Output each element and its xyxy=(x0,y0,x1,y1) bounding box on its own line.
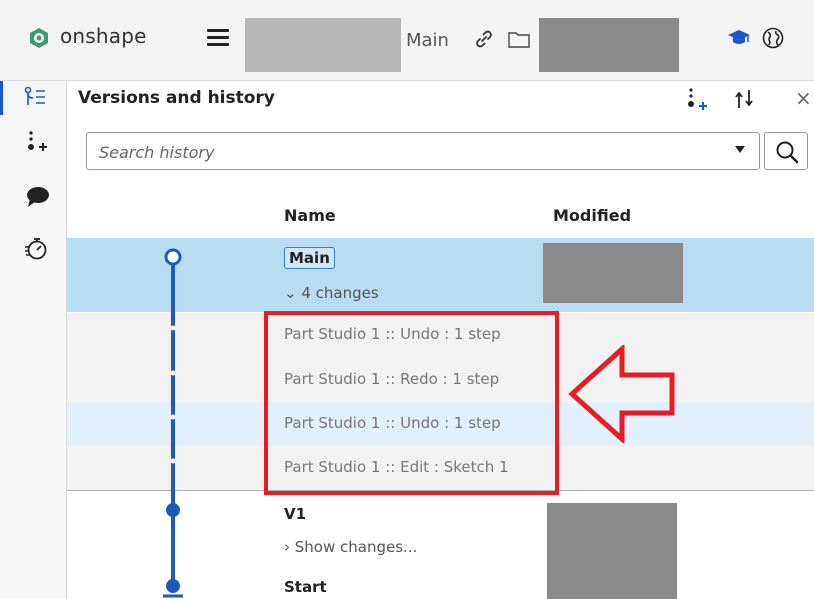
column-header-modified[interactable]: Modified xyxy=(553,206,631,225)
search-input[interactable] xyxy=(97,138,701,166)
version-label-v1[interactable]: V1 xyxy=(284,505,306,523)
change-node xyxy=(170,414,176,420)
change-node xyxy=(170,458,176,464)
stopwatch-icon[interactable] xyxy=(24,236,48,260)
comments-icon[interactable] xyxy=(26,186,50,208)
redacted-folder-name xyxy=(539,18,679,72)
versions-history-icon[interactable] xyxy=(24,86,46,108)
annotation-arrow-icon xyxy=(568,345,675,443)
change-node xyxy=(170,370,176,376)
link-icon[interactable] xyxy=(474,29,494,49)
compare-icon[interactable] xyxy=(733,88,755,110)
search-icon xyxy=(776,141,799,164)
learning-center-icon[interactable] xyxy=(727,27,751,49)
hamburger-menu-icon[interactable] xyxy=(207,27,231,47)
redacted-document-name xyxy=(245,18,401,72)
add-version-icon[interactable] xyxy=(686,87,708,111)
globe-icon[interactable] xyxy=(762,27,784,49)
start-node xyxy=(166,579,180,593)
column-header-name[interactable]: Name xyxy=(284,206,336,225)
redacted-modified-info xyxy=(543,243,683,303)
show-changes-toggle[interactable]: › Show changes... xyxy=(284,538,417,556)
close-icon[interactable]: × xyxy=(795,86,812,110)
folder-icon[interactable] xyxy=(508,30,530,48)
chevron-down-icon[interactable] xyxy=(735,146,745,153)
changes-toggle[interactable]: ⌄ 4 changes xyxy=(284,284,379,302)
search-button[interactable] xyxy=(764,132,808,170)
add-version-icon[interactable] xyxy=(26,130,48,154)
change-node xyxy=(170,325,176,331)
rail-active-indicator xyxy=(0,81,3,115)
app-name: onshape xyxy=(60,24,147,48)
version-node xyxy=(166,503,180,517)
history-timeline xyxy=(163,248,183,598)
annotation-highlight-box xyxy=(264,311,559,495)
left-rail xyxy=(0,81,67,599)
branch-name[interactable]: Main xyxy=(406,30,449,51)
redacted-modified-info xyxy=(547,503,677,599)
onshape-logo-icon[interactable] xyxy=(28,27,50,49)
branch-label-main[interactable]: Main xyxy=(284,247,335,269)
panel-title: Versions and history xyxy=(78,88,275,108)
version-label-start[interactable]: Start xyxy=(284,578,327,596)
branch-head-node xyxy=(164,248,182,266)
